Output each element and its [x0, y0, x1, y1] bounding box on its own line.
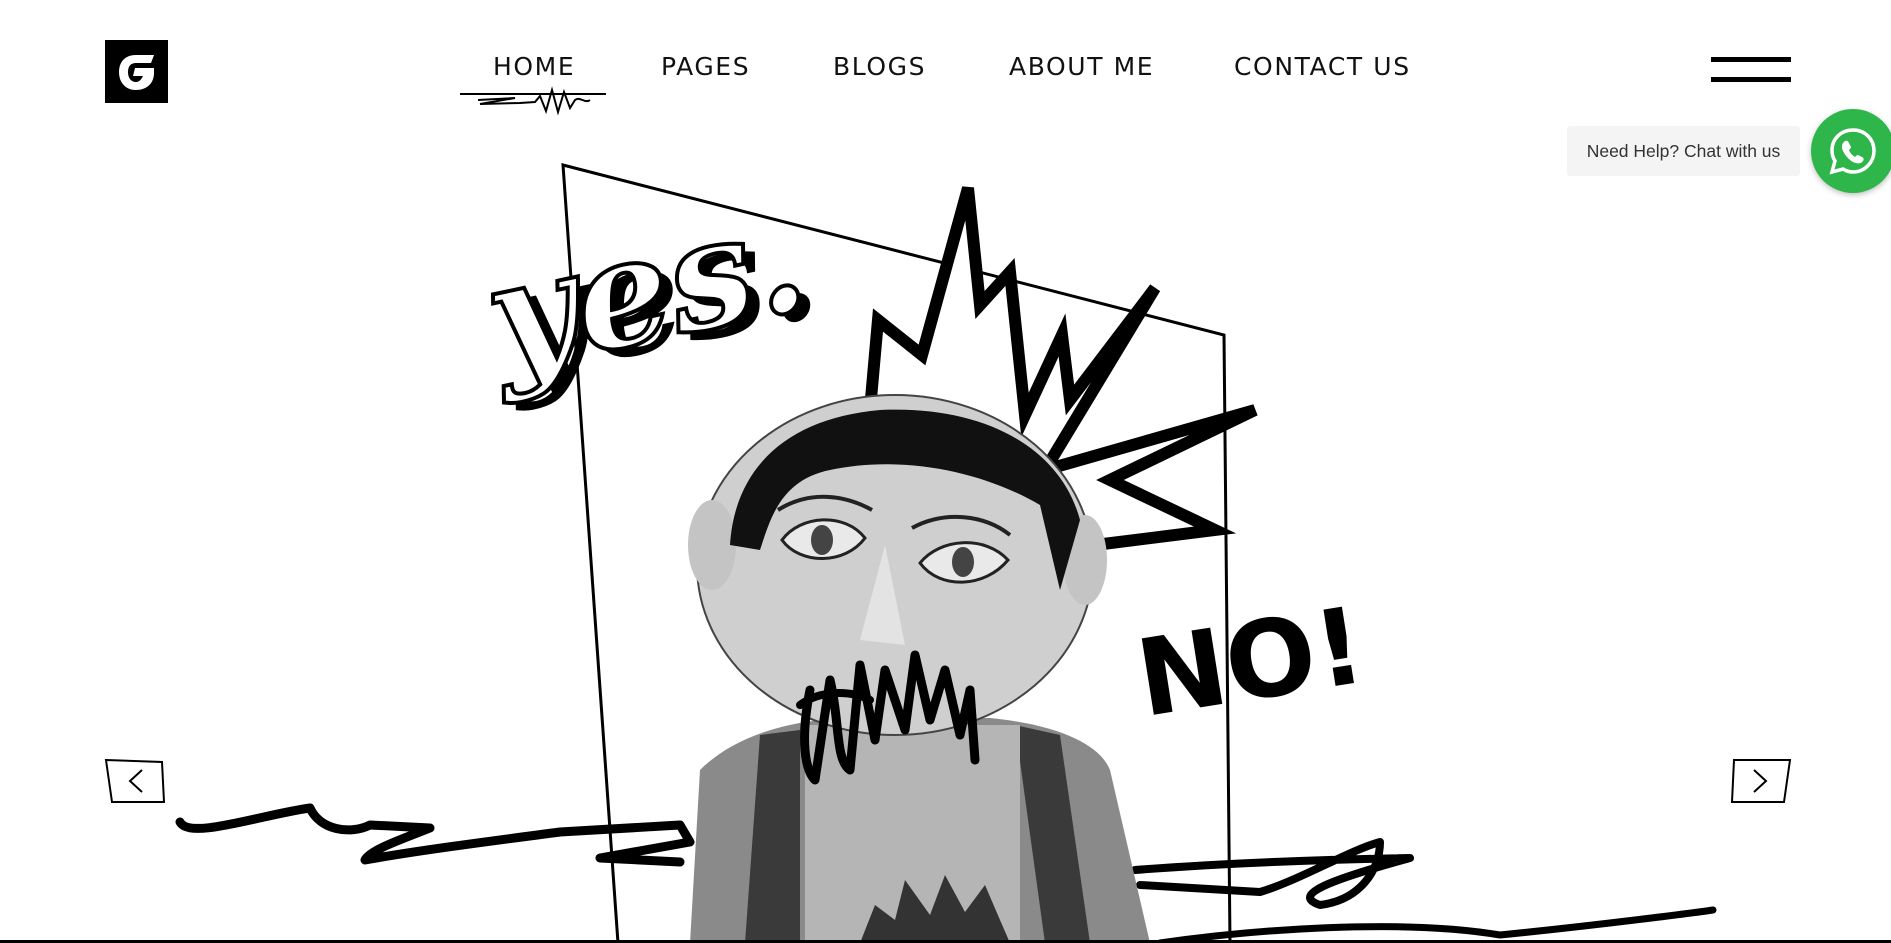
scribble-right [1131, 838, 1414, 909]
svg-text:NO!: NO! [1129, 584, 1373, 741]
chat-help-bubble[interactable]: Need Help? Chat with us [1567, 126, 1800, 176]
scribble-bottom [1156, 906, 1717, 943]
nav-item-pages[interactable]: PAGES [661, 52, 750, 81]
nav-item-blogs[interactable]: BLOGS [833, 52, 926, 81]
whatsapp-chat-button[interactable] [1811, 109, 1891, 193]
whatsapp-icon [1829, 128, 1876, 175]
slider-prev-button[interactable] [104, 758, 166, 804]
main-nav: HOME PAGES BLOGS ABOUT ME CONTACT US [0, 52, 1891, 92]
active-nav-underline [460, 86, 606, 116]
nav-item-about-me[interactable]: ABOUT ME [1009, 52, 1154, 81]
scribble-left [175, 803, 695, 867]
slider-next-button[interactable] [1730, 758, 1792, 804]
hamburger-icon [1711, 57, 1791, 62]
menu-button[interactable] [1711, 57, 1791, 87]
yes-text: yes. yes. [466, 167, 832, 416]
svg-text:yes.: yes. [468, 169, 820, 408]
ear-left [688, 500, 736, 590]
nav-item-contact-us[interactable]: CONTACT US [1234, 52, 1411, 81]
no-text: NO! [1129, 584, 1373, 741]
nav-item-home[interactable]: HOME [493, 52, 575, 81]
